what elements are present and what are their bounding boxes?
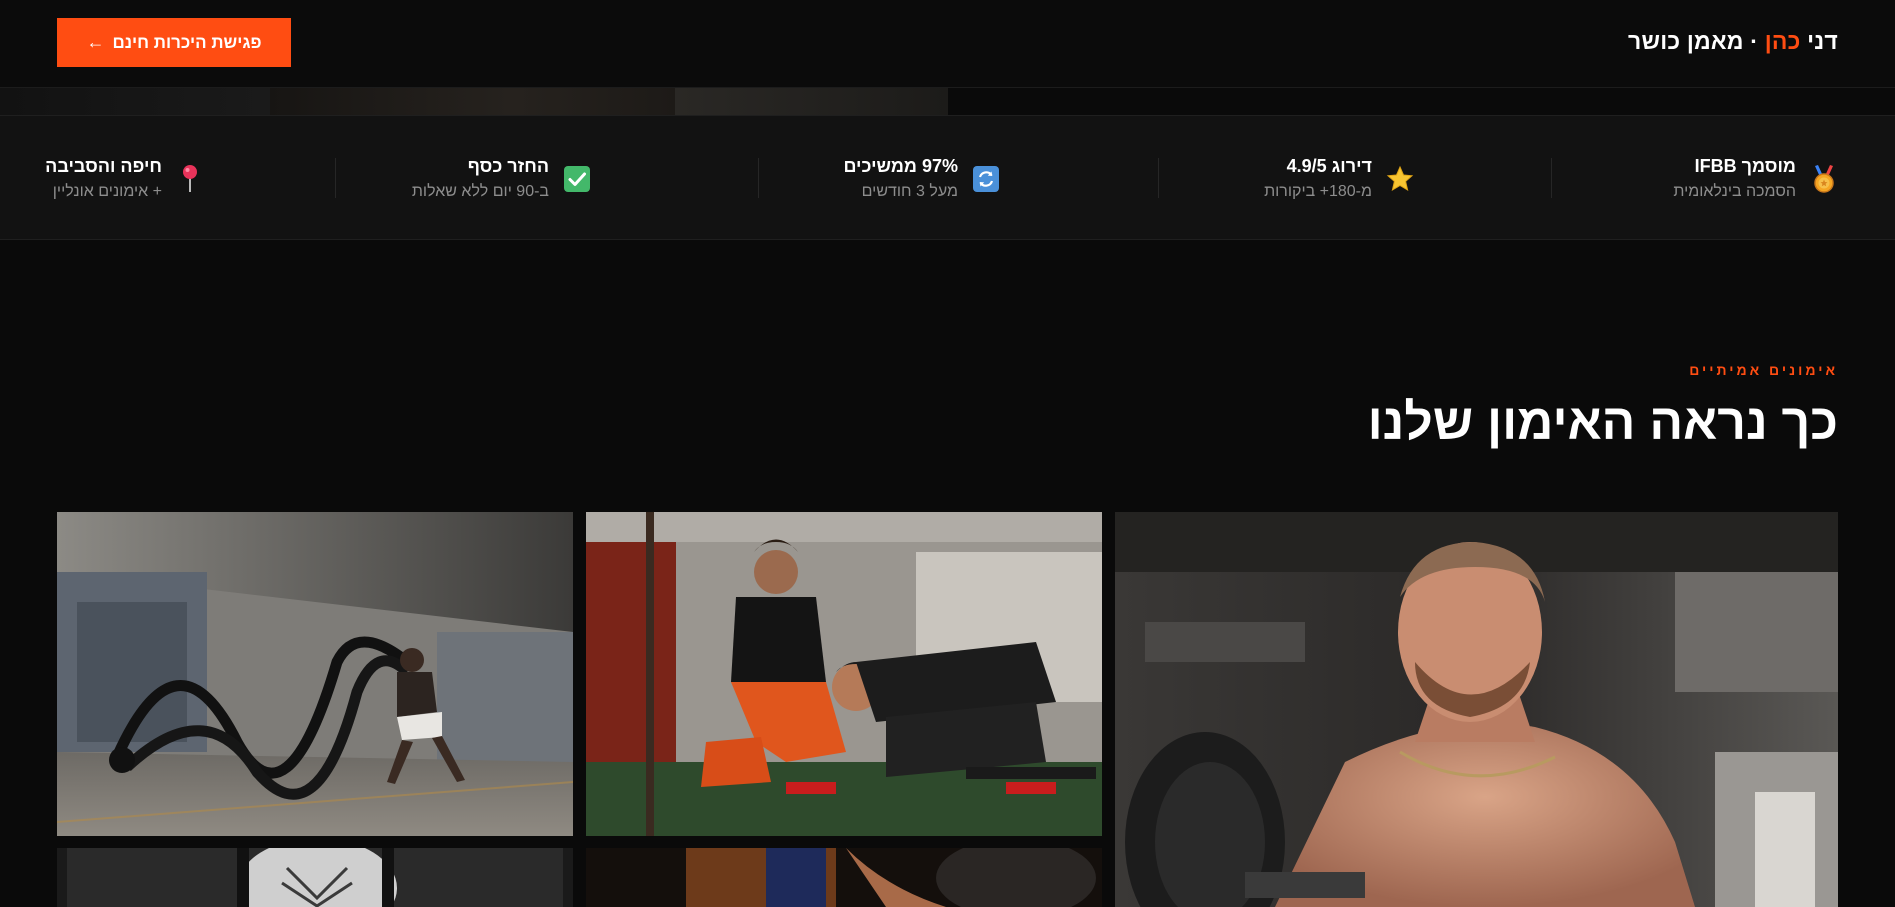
gallery-photo-pushup-coaching[interactable] [586, 512, 1102, 836]
trust-title: חיפה והסביבה [45, 156, 162, 176]
gallery-photo-battle-ropes[interactable] [57, 512, 573, 836]
trust-title: החזר כסף [467, 156, 549, 176]
brand-first-name: דני [1807, 28, 1838, 54]
section-title: כך נראה האימון שלנו [1367, 394, 1838, 450]
trust-title: מוסמך IFBB [1694, 156, 1796, 176]
brand-tagline: · מאמן כושר [1628, 28, 1759, 54]
trust-divider [335, 158, 336, 198]
trust-item-refund: החזר כסף ב-90 יום ללא שאלות [412, 116, 591, 241]
trust-subtitle: הסמכה בינלאומית [1673, 183, 1796, 200]
trust-divider [1551, 158, 1552, 198]
trust-subtitle: ב-90 יום ללא שאלות [411, 183, 549, 200]
brand-logo[interactable]: דני כהן · מאמן כושר [1628, 28, 1838, 55]
cta-label: פגישת היכרות חינם [112, 32, 262, 52]
trust-item-location: חיפה והסביבה + אימונים אונליין [45, 116, 204, 241]
trust-title: דירוג 4.9/5 [1286, 156, 1372, 176]
trust-item-retention: 97% ממשיכים מעל 3 חודשים [843, 116, 1000, 241]
trust-item-rating: דירוג 4.9/5 מ-180+ ביקורות [1264, 116, 1414, 241]
free-intro-meeting-button[interactable]: פגישת היכרות חינם ← [57, 18, 291, 67]
brand-accent-name: כהן [1764, 28, 1801, 54]
trust-subtitle: מעל 3 חודשים [861, 183, 958, 200]
site-header: דני כהן · מאמן כושר פגישת היכרות חינם ← [0, 0, 1895, 88]
trust-title: 97% ממשיכים [843, 156, 958, 176]
gallery-photo-trainer-portrait[interactable] [1115, 512, 1838, 907]
gallery-photo-bottom-left[interactable] [57, 848, 573, 907]
refresh-icon [972, 165, 1000, 193]
section-eyebrow: אימונים אמיתיים [1689, 362, 1838, 378]
trust-divider [758, 158, 759, 198]
arrow-left-icon: ← [86, 32, 105, 52]
star-icon [1386, 165, 1414, 193]
check-icon [563, 165, 591, 193]
trust-divider [1158, 158, 1159, 198]
gallery-photo-bottom-middle[interactable] [586, 848, 1102, 907]
trust-subtitle: + אימונים אונליין [52, 183, 162, 200]
medal-icon [1810, 164, 1838, 193]
trust-bar: מוסמך IFBB הסמכה בינלאומית דירוג 4.9/5 מ… [0, 115, 1895, 240]
hero-image-edge [0, 88, 1895, 115]
trust-subtitle: מ-180+ ביקורות [1264, 183, 1372, 200]
trust-item-certified: מוסמך IFBB הסמכה בינלאומית [1673, 116, 1838, 241]
pin-icon [176, 164, 204, 193]
